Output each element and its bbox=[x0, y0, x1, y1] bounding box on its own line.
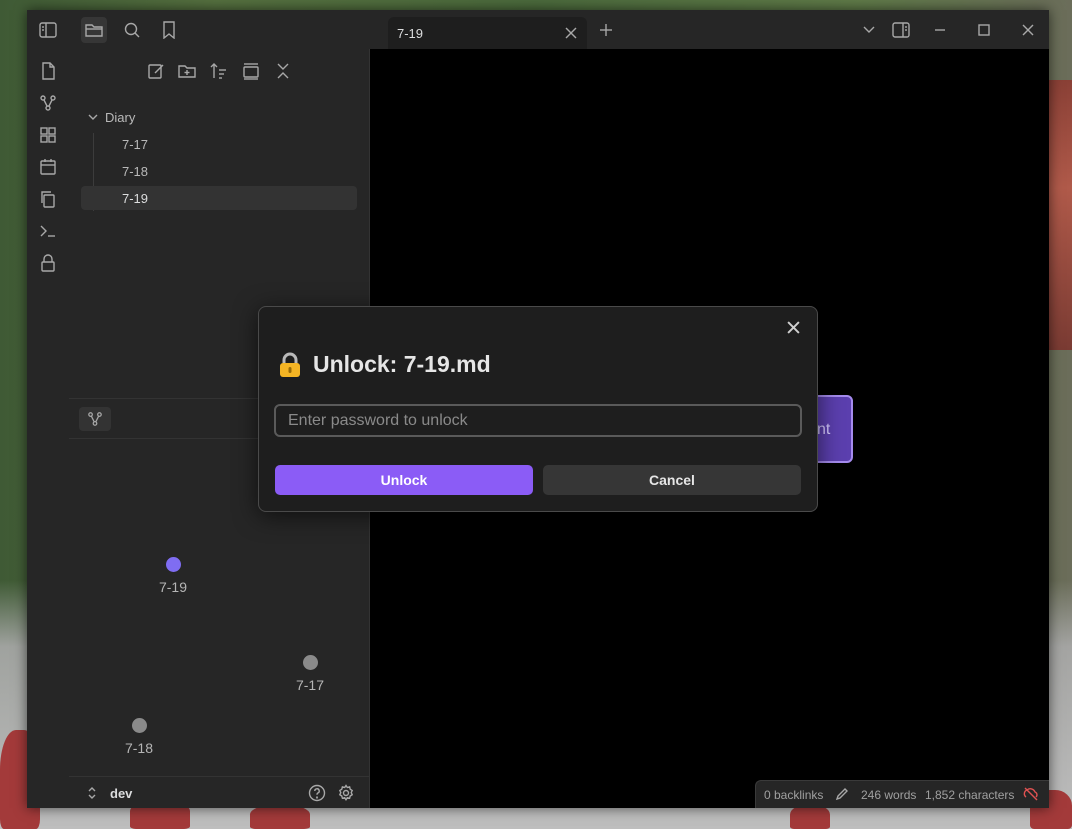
copy-icon[interactable] bbox=[38, 189, 58, 209]
lock-icon[interactable] bbox=[38, 253, 58, 273]
modal-title: Unlock: 7-19.md bbox=[279, 351, 491, 378]
title-bar: 7-19 bbox=[27, 10, 1049, 49]
canvas-icon[interactable] bbox=[38, 125, 58, 145]
unlock-button[interactable]: Unlock bbox=[275, 465, 533, 495]
word-count: 246 words bbox=[861, 788, 917, 802]
maximize-icon[interactable] bbox=[974, 20, 994, 40]
tab-title: 7-19 bbox=[397, 26, 424, 41]
sync-error-icon[interactable] bbox=[1022, 786, 1040, 802]
unlock-modal: Unlock: 7-19.md Unlock Cancel bbox=[258, 306, 818, 512]
auto-reveal-icon[interactable] bbox=[241, 61, 261, 81]
tree-item-7-17[interactable]: 7-17 bbox=[81, 132, 357, 156]
file-label: 7-17 bbox=[122, 137, 149, 152]
cancel-button[interactable]: Cancel bbox=[543, 465, 801, 495]
bookmark-icon[interactable] bbox=[156, 17, 182, 43]
folder-diary[interactable]: Diary bbox=[81, 105, 357, 129]
tree-item-7-18[interactable]: 7-18 bbox=[81, 159, 357, 183]
graph-node-label: 7-18 bbox=[124, 740, 154, 756]
chevron-down-icon bbox=[87, 111, 99, 123]
graph-node-label: 7-17 bbox=[295, 677, 325, 693]
collapse-all-icon[interactable] bbox=[273, 61, 293, 81]
tree-item-7-19[interactable]: 7-19 bbox=[81, 186, 357, 210]
status-bar: 0 backlinks 246 words 1,852 characters bbox=[755, 780, 1049, 808]
search-icon[interactable] bbox=[119, 17, 145, 43]
background-rower bbox=[790, 805, 830, 829]
chevron-updown-icon[interactable] bbox=[85, 785, 99, 801]
chevron-down-icon[interactable] bbox=[859, 20, 879, 40]
pencil-icon[interactable] bbox=[834, 786, 850, 802]
right-sidebar-icon[interactable] bbox=[891, 20, 911, 40]
calendar-icon[interactable] bbox=[38, 157, 58, 177]
close-window-icon[interactable] bbox=[1018, 20, 1038, 40]
background-button-label: nt bbox=[817, 421, 831, 438]
graph-icon[interactable] bbox=[38, 93, 58, 113]
terminal-icon[interactable] bbox=[38, 221, 58, 241]
graph-icon[interactable] bbox=[79, 407, 111, 431]
close-tab-icon[interactable] bbox=[563, 25, 579, 41]
sort-icon[interactable] bbox=[209, 61, 229, 81]
minimize-icon[interactable] bbox=[930, 20, 950, 40]
folder-icon[interactable] bbox=[81, 17, 107, 43]
graph-node-7-17[interactable] bbox=[303, 655, 318, 670]
password-input[interactable] bbox=[274, 404, 802, 437]
modal-title-text: Unlock: 7-19.md bbox=[313, 351, 491, 377]
vault-name[interactable]: dev bbox=[110, 786, 132, 801]
graph-node-label: 7-19 bbox=[158, 579, 188, 595]
character-count: 1,852 characters bbox=[925, 788, 1015, 802]
file-icon[interactable] bbox=[38, 61, 58, 81]
backlinks-count[interactable]: 0 backlinks bbox=[764, 788, 823, 802]
sidebar-toggle-icon[interactable] bbox=[35, 17, 61, 43]
tab-7-19[interactable]: 7-19 bbox=[388, 17, 587, 49]
ribbon bbox=[27, 49, 70, 808]
background-rower bbox=[250, 805, 310, 829]
help-icon[interactable] bbox=[307, 783, 327, 803]
new-note-icon[interactable] bbox=[146, 61, 166, 81]
file-label: 7-19 bbox=[122, 191, 149, 206]
file-label: 7-18 bbox=[122, 164, 149, 179]
plus-icon[interactable] bbox=[597, 21, 615, 39]
new-folder-icon[interactable] bbox=[177, 61, 197, 81]
graph-node-7-18[interactable] bbox=[132, 718, 147, 733]
graph-node-7-19[interactable] bbox=[166, 557, 181, 572]
folder-label: Diary bbox=[105, 110, 136, 125]
close-icon[interactable] bbox=[783, 317, 803, 337]
gear-icon[interactable] bbox=[336, 783, 356, 803]
lock-icon bbox=[279, 352, 301, 378]
vault-switcher-bar: dev bbox=[69, 776, 369, 808]
